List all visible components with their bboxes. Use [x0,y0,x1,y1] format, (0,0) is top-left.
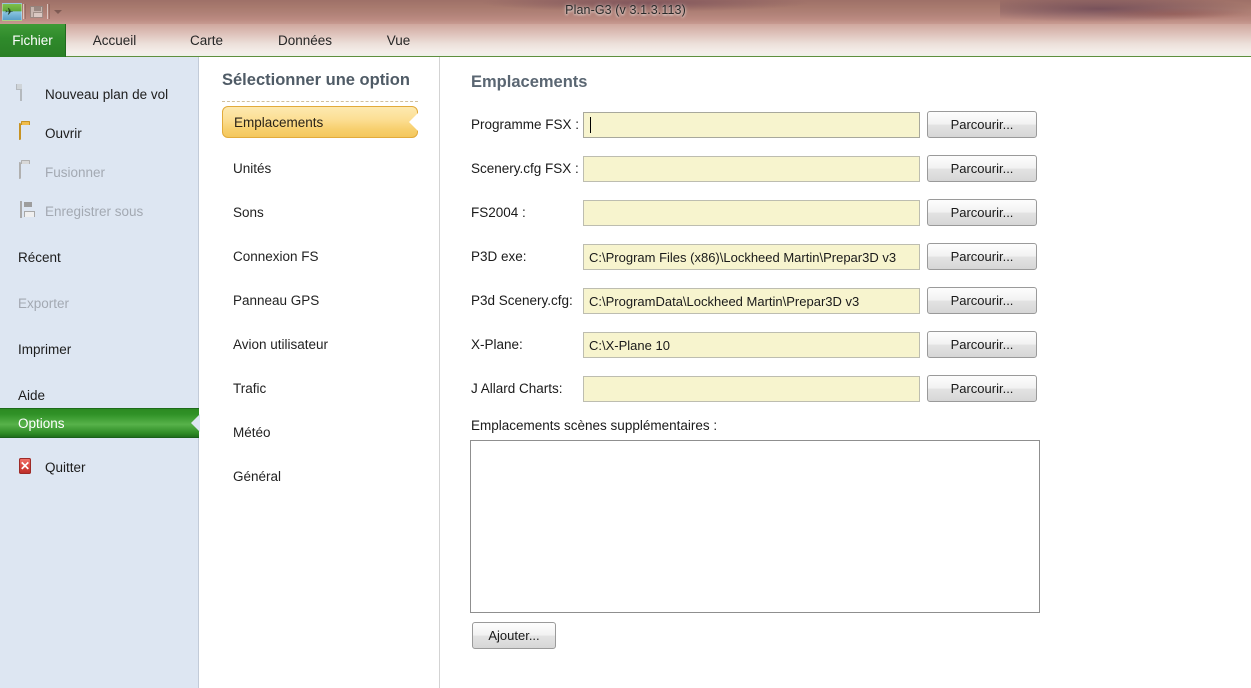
field-label: J Allard Charts: [471,380,563,396]
backstage-sidebar: Nouveau plan de vol Ouvrir Fusionner Enr… [0,57,200,688]
option-item-trafic[interactable]: Trafic [222,372,418,404]
new-document-icon [18,84,38,103]
option-item-meteo[interactable]: Météo [222,416,418,448]
browse-button-programme-fsx[interactable]: Parcourir... [927,111,1037,138]
programme-fsx-input[interactable] [583,112,920,138]
field-row-p3d-scenery-cfg: P3d Scenery.cfg: Parcourir... [441,285,1251,315]
sidebar-item-label: Options [18,415,65,431]
p3d-scenery-cfg-input[interactable] [583,288,920,314]
emplacements-settings-panel: Emplacements Programme FSX : Parcourir..… [441,57,1251,688]
option-item-emplacements[interactable]: Emplacements [222,106,419,138]
tab-donnees[interactable]: Données [250,24,360,57]
selection-notch [191,414,200,432]
option-item-sons[interactable]: Sons [222,196,418,228]
page-title: Emplacements [471,73,588,91]
field-row-programme-fsx: Programme FSX : Parcourir... [441,109,1251,139]
sidebar-item-imprimer[interactable]: Imprimer [0,334,199,364]
field-label: Programme FSX : [471,116,580,132]
option-item-unites[interactable]: Unités [222,152,418,184]
sidebar-item-label: Ouvrir [45,125,82,141]
field-label: P3D exe: [471,248,527,264]
browse-button-scenery-cfg-fsx[interactable]: Parcourir... [927,155,1037,182]
sidebar-item-ouvrir[interactable]: Ouvrir [0,118,199,148]
j-allard-charts-input[interactable] [583,376,920,402]
extra-scenery-label: Emplacements scènes supplémentaires : [471,418,718,433]
title-bar: ✈ Plan-G3 (v 3.1.3.113) [0,0,1251,24]
scenery-cfg-fsx-input[interactable] [583,156,920,182]
folder-open-icon [18,123,38,142]
ribbon-tab-bar: Fichier Accueil Carte Données Vue [0,24,1251,57]
field-row-p3d-exe: P3D exe: Parcourir... [441,241,1251,271]
tab-accueil[interactable]: Accueil [66,24,163,57]
sidebar-item-fusionner: Fusionner [0,157,199,187]
field-row-j-allard-charts: J Allard Charts: Parcourir... [441,373,1251,403]
extra-scenery-list[interactable] [470,440,1040,613]
selection-notch [409,112,419,132]
divider [222,101,418,102]
sidebar-item-label: Récent [18,249,61,265]
sidebar-item-enregistrer-sous: Enregistrer sous [0,196,199,226]
save-icon [18,201,38,220]
text-cursor [590,117,591,133]
tab-fichier[interactable]: Fichier [0,24,66,57]
add-button[interactable]: Ajouter... [472,622,556,649]
browse-button-p3d-scenery-cfg[interactable]: Parcourir... [927,287,1037,314]
option-item-label: Avion utilisateur [233,336,329,352]
sidebar-item-options[interactable]: Options [0,408,200,438]
application-window: ✈ Plan-G3 (v 3.1.3.113) Fichier Accueil … [0,0,1251,688]
browse-button-x-plane[interactable]: Parcourir... [927,331,1037,358]
option-item-connexion-fs[interactable]: Connexion FS [222,240,418,272]
option-item-label: Unités [233,160,272,176]
option-item-label: Général [233,468,282,484]
sidebar-item-label: Fusionner [45,164,106,180]
tab-label: Carte [189,33,223,48]
p3d-exe-input[interactable] [583,244,920,270]
fs2004-input[interactable] [583,200,920,226]
browse-button-fs2004[interactable]: Parcourir... [927,199,1037,226]
field-row-scenery-cfg-fsx: Scenery.cfg FSX : Parcourir... [441,153,1251,183]
tab-label: Fichier [12,33,53,48]
options-panel-header: Sélectionner une option [222,71,410,89]
sidebar-item-label: Quitter [45,459,86,475]
tab-label: Données [277,33,333,48]
option-item-label: Sons [233,204,264,220]
sidebar-item-label: Nouveau plan de vol [45,86,169,102]
browse-button-p3d-exe[interactable]: Parcourir... [927,243,1037,270]
option-item-panneau-gps[interactable]: Panneau GPS [222,284,418,316]
option-item-label: Trafic [233,380,267,396]
sidebar-item-nouveau-plan-de-vol[interactable]: Nouveau plan de vol [0,79,199,109]
close-red-icon: ✕ [19,458,32,474]
field-label: P3d Scenery.cfg: [471,292,573,308]
tab-vue[interactable]: Vue [360,24,437,57]
sidebar-item-label: Enregistrer sous [45,203,144,219]
sidebar-item-exporter: Exporter [0,288,199,318]
field-label: Scenery.cfg FSX : [471,160,579,176]
window-title: Plan-G3 (v 3.1.3.113) [565,3,686,17]
sidebar-item-label: Imprimer [18,341,72,357]
folder-merge-icon [18,162,38,181]
tab-carte[interactable]: Carte [163,24,250,57]
options-list-panel: Sélectionner une option Emplacements Uni… [200,57,440,688]
tab-label: Vue [386,33,411,48]
sidebar-item-recent[interactable]: Récent [0,242,199,272]
field-label: X-Plane: [471,336,523,352]
option-item-label: Panneau GPS [233,292,320,308]
sidebar-item-label: Aide [18,387,46,403]
option-item-avion-utilisateur[interactable]: Avion utilisateur [222,328,418,360]
option-item-label: Météo [233,424,271,440]
x-plane-input[interactable] [583,332,920,358]
tab-label: Accueil [92,33,137,48]
field-row-x-plane: X-Plane: Parcourir... [441,329,1251,359]
field-row-fs2004: FS2004 : Parcourir... [441,197,1251,227]
sidebar-item-label: Exporter [18,295,70,311]
option-item-general[interactable]: Général [222,460,418,492]
sidebar-item-aide[interactable]: Aide [0,380,199,410]
sidebar-item-quitter[interactable]: ✕ Quitter [0,452,199,482]
field-label: FS2004 : [471,204,526,220]
browse-button-j-allard-charts[interactable]: Parcourir... [927,375,1037,402]
option-item-label: Emplacements [234,114,324,130]
option-item-label: Connexion FS [233,248,319,264]
